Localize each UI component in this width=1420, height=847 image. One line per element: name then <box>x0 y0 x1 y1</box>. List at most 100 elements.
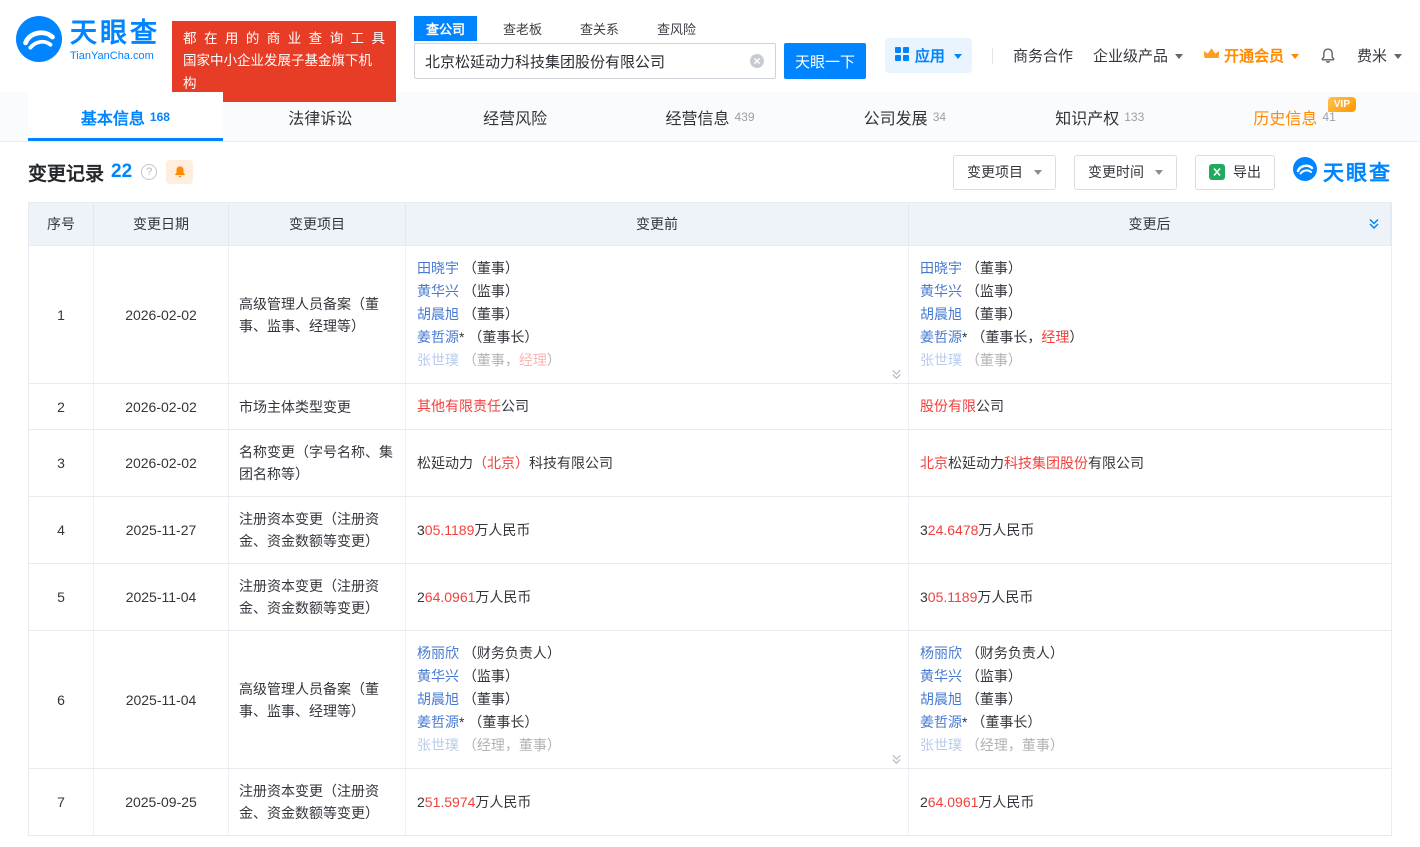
cell-text: 3 <box>920 589 928 605</box>
tianyancha-logo-icon <box>1293 157 1317 187</box>
cell-line: 杨丽欣 （财务负责人） <box>417 642 561 665</box>
cell-line: 305.1189万人民币 <box>417 519 530 542</box>
search-tab[interactable]: 查老板 <box>491 16 554 41</box>
header-nav: 应用 商务合作 企业级产品 开通会员 费米 <box>885 38 1402 73</box>
notification-bell-icon[interactable] <box>1319 47 1337 65</box>
entity-link[interactable]: 胡晨旭 <box>417 691 459 707</box>
cell-text: 有限公司 <box>1088 455 1144 471</box>
entity-link[interactable]: 姜哲源 <box>417 714 459 730</box>
entity-link[interactable]: 黄华兴 <box>920 668 962 684</box>
cell-text: 64.0961 <box>928 794 979 810</box>
cell-before: 264.0961万人民币 <box>406 564 909 630</box>
cell-text: 2 <box>417 794 425 810</box>
nav-label: 企业级产品 <box>1093 45 1168 66</box>
entity-link[interactable]: 黄华兴 <box>920 283 962 299</box>
row-index: 6 <box>29 631 94 768</box>
entity-link[interactable]: 姜哲源 <box>417 329 459 345</box>
cell-line: 姜哲源* （董事长） <box>920 711 1041 734</box>
table-row: 72025-09-25注册资本变更（注册资金、资金数额等变更）251.5974万… <box>29 768 1391 835</box>
subscribe-bell-icon[interactable] <box>166 160 193 184</box>
cell-text: 万人民币 <box>978 794 1034 810</box>
tab-label: 基本信息 <box>81 105 145 129</box>
entity-link[interactable]: 张世璞 <box>417 352 459 368</box>
entity-link[interactable]: 黄华兴 <box>417 283 459 299</box>
nav-business-coop[interactable]: 商务合作 <box>1013 45 1073 66</box>
main-tab[interactable]: 知识产权133 <box>1002 92 1197 141</box>
filter-change-time-button[interactable]: 变更时间 <box>1074 155 1177 190</box>
slogan-line1: 都在用的商业查询工具 <box>183 28 385 50</box>
apps-menu[interactable]: 应用 <box>885 38 972 73</box>
cell-text: （监事） <box>459 283 519 299</box>
change-item: 注册资本变更（注册资金、资金数额等变更） <box>229 769 406 835</box>
site-header: 天眼查 TianYanCha.com 都在用的商业查询工具 国家中小企业发展子基… <box>0 0 1420 92</box>
cell-line: 其他有限责任公司 <box>417 395 529 418</box>
entity-link[interactable]: 姜哲源 <box>920 714 962 730</box>
entity-link[interactable]: 张世璞 <box>920 737 962 753</box>
tab-label: 历史信息 <box>1253 105 1317 129</box>
cell-text: * （董事长） <box>459 714 538 730</box>
brand-logo[interactable]: 天眼查 TianYanCha.com <box>16 16 160 65</box>
export-button[interactable]: 导出 <box>1195 155 1275 190</box>
search-tab[interactable]: 查关系 <box>568 16 631 41</box>
expand-chevron-icon[interactable] <box>890 753 903 766</box>
entity-link[interactable]: 胡晨旭 <box>920 691 962 707</box>
export-label: 导出 <box>1233 162 1261 182</box>
cell-text: （财务负责人） <box>962 645 1064 661</box>
entity-link[interactable]: 姜哲源 <box>920 329 962 345</box>
table-row: 12026-02-02高级管理人员备案（董事、监事、经理等）田晓宇 （董事）黄华… <box>29 245 1391 383</box>
search-tabs: 查公司查老板查关系查风险 <box>414 16 866 40</box>
nav-label: 商务合作 <box>1013 45 1073 66</box>
change-item-text: 高级管理人员备案（董事、监事、经理等） <box>239 293 395 337</box>
cell-text: 万人民币 <box>978 522 1034 538</box>
cell-text: 经理 <box>1041 329 1069 345</box>
nav-label: 开通会员 <box>1224 45 1284 66</box>
entity-link[interactable]: 杨丽欣 <box>417 645 459 661</box>
nav-user-menu[interactable]: 费米 <box>1357 45 1402 66</box>
filter-change-item-button[interactable]: 变更项目 <box>953 155 1056 190</box>
cell-line: 张世璞 （经理，董事） <box>417 734 561 757</box>
cell-line: 股份有限公司 <box>920 395 1004 418</box>
entity-link[interactable]: 田晓宇 <box>920 260 962 276</box>
entity-link[interactable]: 田晓宇 <box>417 260 459 276</box>
nav-open-vip[interactable]: 开通会员 <box>1203 45 1299 66</box>
main-tab[interactable]: 公司发展34 <box>807 92 1002 141</box>
expand-chevron-icon[interactable] <box>890 368 903 381</box>
row-index: 1 <box>29 246 94 383</box>
cell-before: 杨丽欣 （财务负责人）黄华兴 （监事）胡晨旭 （董事）姜哲源* （董事长）张世璞… <box>406 631 909 768</box>
cell-after: 田晓宇 （董事）黄华兴 （监事）胡晨旭 （董事）姜哲源* （董事长，经理）张世璞… <box>909 246 1391 383</box>
help-icon[interactable]: ? <box>141 164 157 180</box>
search-tab[interactable]: 查风险 <box>645 16 708 41</box>
clear-search-icon[interactable] <box>749 53 765 69</box>
brand-domain: TianYanCha.com <box>70 50 160 62</box>
main-tab[interactable]: 基本信息168 <box>28 92 223 141</box>
entity-link[interactable]: 张世璞 <box>920 352 962 368</box>
tianyancha-logo-icon <box>16 16 62 65</box>
collapse-all-icon[interactable] <box>1367 217 1381 231</box>
main-tab[interactable]: 经营风险 <box>418 92 613 141</box>
change-date: 2025-09-25 <box>94 769 229 835</box>
cell-line: 264.0961万人民币 <box>920 791 1034 814</box>
entity-link[interactable]: 胡晨旭 <box>417 306 459 322</box>
search-button[interactable]: 天眼一下 <box>784 43 866 79</box>
cell-after: 北京松延动力科技集团股份有限公司 <box>909 430 1391 496</box>
entity-link[interactable]: 杨丽欣 <box>920 645 962 661</box>
main-tab[interactable]: 经营信息439 <box>613 92 808 141</box>
chevron-down-icon <box>1291 54 1299 63</box>
entity-link[interactable]: 张世璞 <box>417 737 459 753</box>
cell-line: 姜哲源* （董事长，经理） <box>920 326 1083 349</box>
main-tab[interactable]: 法律诉讼 <box>223 92 418 141</box>
cell-before: 305.1189万人民币 <box>406 497 909 563</box>
change-item: 高级管理人员备案（董事、监事、经理等） <box>229 246 406 383</box>
company-search-input[interactable] <box>425 53 743 70</box>
change-item-text: 高级管理人员备案（董事、监事、经理等） <box>239 678 395 722</box>
main-tab[interactable]: 历史信息41VIP <box>1197 92 1392 141</box>
watermark-brand-logo: 天眼查 <box>1293 157 1392 187</box>
cell-after: 杨丽欣 （财务负责人）黄华兴 （监事）胡晨旭 （董事）姜哲源* （董事长）张世璞… <box>909 631 1391 768</box>
entity-link[interactable]: 黄华兴 <box>417 668 459 684</box>
cell-text: ） <box>1069 329 1083 345</box>
nav-enterprise-products[interactable]: 企业级产品 <box>1093 45 1183 66</box>
change-date-text: 2026-02-02 <box>125 307 197 323</box>
cell-text: 2 <box>417 589 425 605</box>
entity-link[interactable]: 胡晨旭 <box>920 306 962 322</box>
search-tab[interactable]: 查公司 <box>414 16 477 41</box>
